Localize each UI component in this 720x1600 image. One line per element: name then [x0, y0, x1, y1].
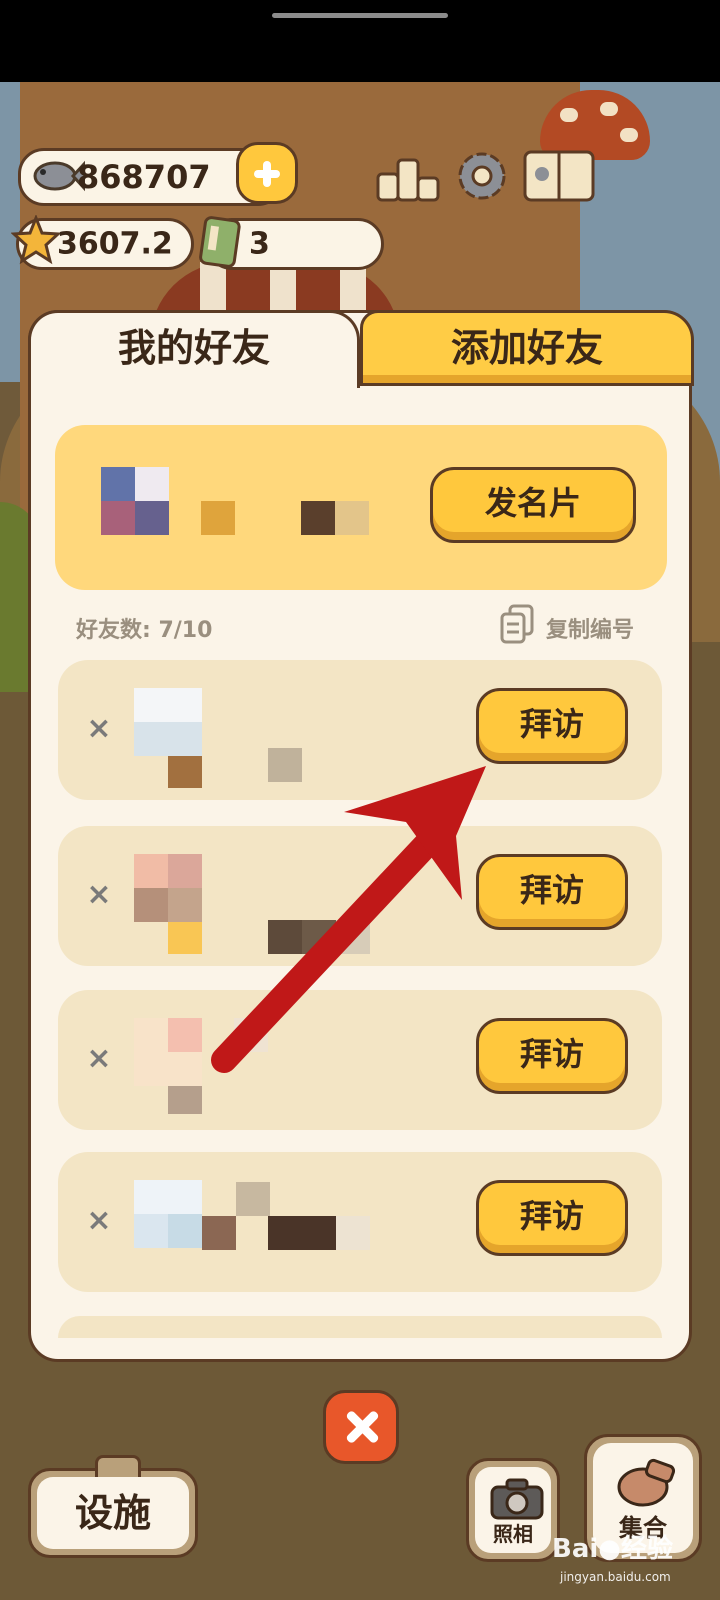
- watermark-brand2: 经验: [620, 1534, 673, 1564]
- friend-row: × 拜访: [58, 826, 662, 966]
- friend-name-blurred: [234, 1018, 268, 1052]
- fish-amount: 868707: [77, 158, 211, 196]
- friend-row: × 拜访: [58, 990, 662, 1130]
- baidu-watermark: Bai●经验: [552, 1528, 673, 1565]
- camera-icon: [490, 1478, 544, 1520]
- friend-row: [58, 1316, 662, 1338]
- avatar: [134, 1180, 204, 1270]
- avatar: [134, 1018, 204, 1114]
- system-status-bar: [0, 0, 720, 82]
- photo-button[interactable]: 照相: [466, 1458, 560, 1562]
- visit-button[interactable]: 拜访: [476, 1180, 628, 1256]
- star-icon: [11, 215, 61, 265]
- friend-name-blurred: [302, 920, 336, 954]
- add-fish-button[interactable]: [236, 142, 298, 204]
- tab-add-friend[interactable]: 添加好友: [360, 310, 694, 386]
- photo-button-face: 照相: [475, 1467, 551, 1553]
- close-panel-button[interactable]: [323, 1390, 399, 1464]
- facilities-label: 设施: [37, 1477, 189, 1549]
- friend-name-blurred: [336, 1216, 370, 1250]
- avatar: [101, 467, 171, 557]
- ticket-amount: 3: [249, 226, 270, 262]
- ticket-pill: 3: [199, 216, 384, 270]
- friend-name-blurred: [336, 920, 370, 954]
- tab-my-friends[interactable]: 我的好友: [28, 310, 360, 388]
- friend-name-blurred: [268, 748, 302, 782]
- settings-icon[interactable]: [450, 146, 514, 206]
- handbook-icon[interactable]: [522, 146, 596, 206]
- visit-button[interactable]: 拜访: [476, 854, 628, 930]
- remove-friend-button[interactable]: ×: [82, 1204, 116, 1238]
- remove-friend-button[interactable]: ×: [82, 712, 116, 746]
- player-name-blurred: [335, 501, 369, 535]
- friend-row: × 拜访: [58, 1152, 662, 1292]
- visit-button[interactable]: 拜访: [476, 1018, 628, 1094]
- home-indicator[interactable]: [272, 13, 448, 18]
- player-name-blurred: [201, 501, 235, 535]
- player-name-blurred: [301, 501, 335, 535]
- star-amount: 3607.2: [57, 226, 173, 262]
- friend-name-blurred: [202, 1216, 236, 1250]
- photo-label: 照相: [493, 1522, 533, 1546]
- facilities-button[interactable]: 设施: [28, 1455, 198, 1558]
- paw-icon: ●: [598, 1534, 621, 1564]
- remove-friend-button[interactable]: ×: [82, 1042, 116, 1076]
- ticket-icon: [199, 216, 241, 268]
- friend-count: 好友数: 7/10: [76, 618, 213, 643]
- remove-friend-button[interactable]: ×: [82, 878, 116, 912]
- leaderboard-icon[interactable]: [376, 146, 440, 206]
- copy-id-label: 复制编号: [546, 618, 635, 643]
- friend-row: × 拜访: [58, 660, 662, 800]
- send-card-button[interactable]: 发名片: [430, 467, 636, 543]
- avatar: [134, 688, 204, 788]
- visit-button[interactable]: 拜访: [476, 688, 628, 764]
- friend-name-blurred: [236, 1182, 270, 1216]
- friend-name-blurred: [268, 1216, 336, 1250]
- friend-name-blurred: [268, 920, 302, 954]
- whistle-icon: [617, 1458, 676, 1507]
- avatar: [134, 854, 204, 954]
- star-currency-pill: 3607.2: [11, 215, 194, 270]
- watermark-brand: Bai: [552, 1534, 599, 1564]
- watermark-url: jingyan.baidu.com: [560, 1570, 671, 1584]
- copy-icon: [500, 604, 534, 644]
